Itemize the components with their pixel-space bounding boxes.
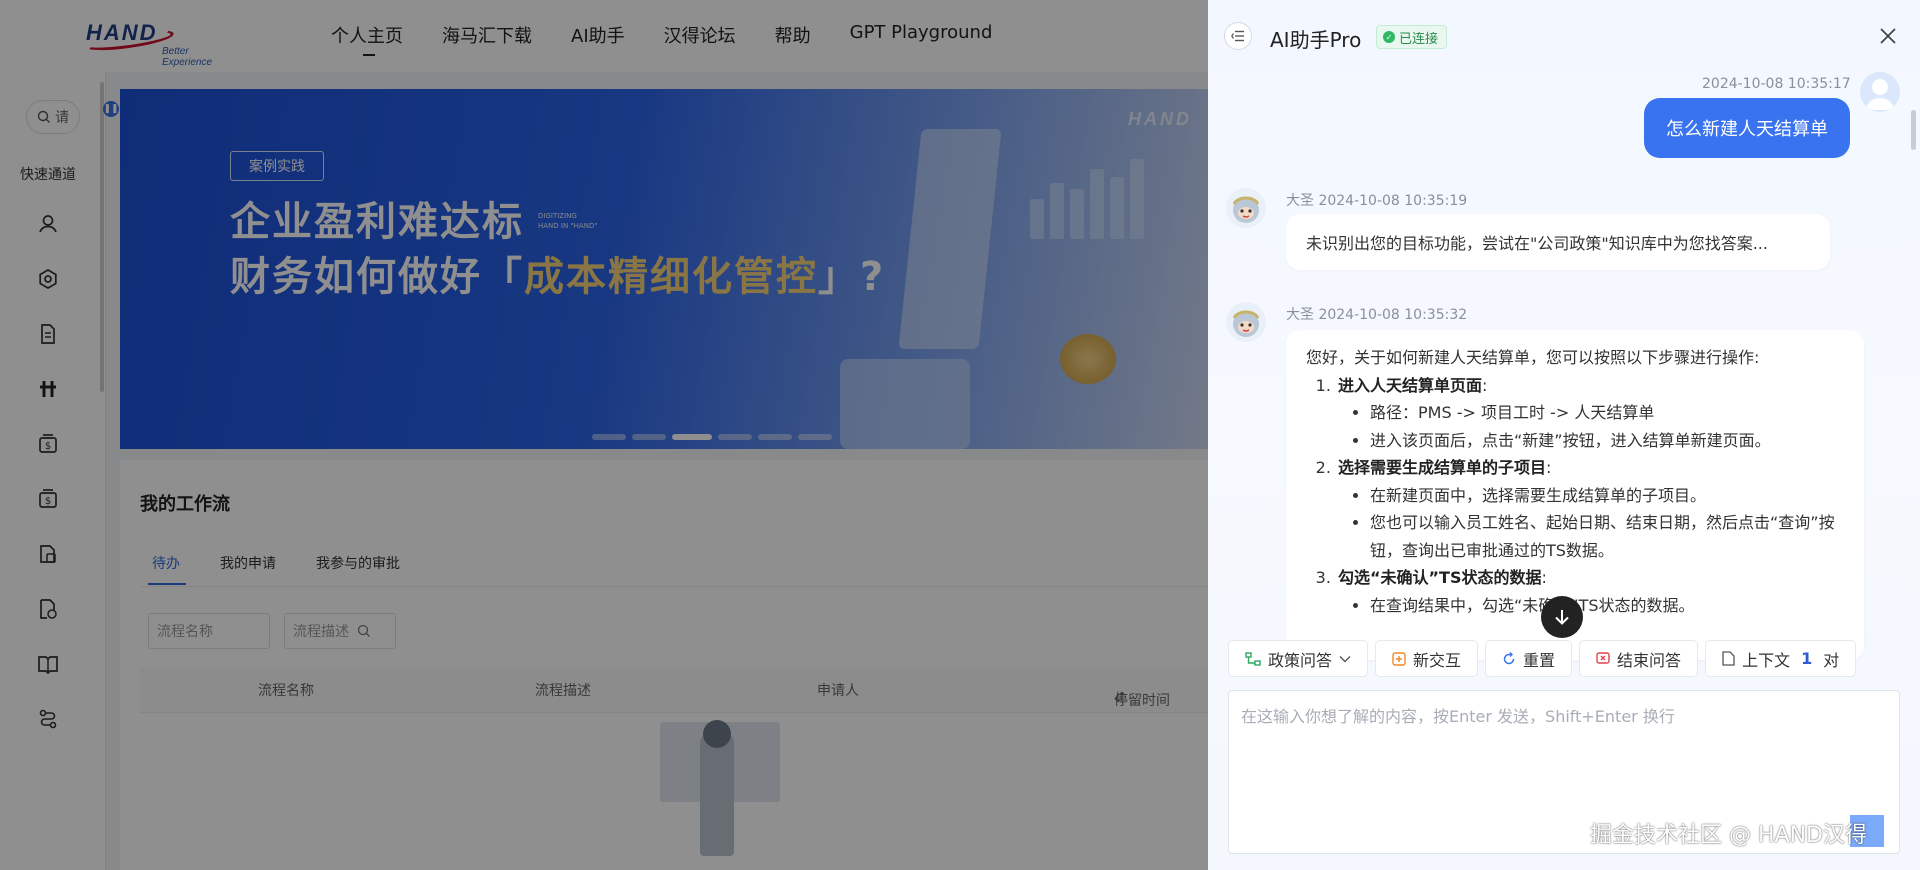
drawer-header: AI助手Pro ✓ 已连接 — [1208, 0, 1920, 72]
reset-label: 重置 — [1523, 650, 1556, 670]
drawer-title: AI助手Pro — [1270, 28, 1362, 52]
step-title: 勾选“未确认”TS状态的数据 — [1338, 568, 1542, 587]
bot-message-text: 未识别出您的目标功能，尝试在"公司政策"知识库中为您找答案... — [1306, 234, 1768, 253]
bot-message-bubble: 未识别出您的目标功能，尝试在"公司政策"知识库中为您找答案... — [1286, 214, 1830, 270]
user-message-bubble: 怎么新建人天结算单 — [1644, 98, 1850, 158]
step-item: 路径：PMS -> 项目工时 -> 人天结算单 — [1370, 399, 1844, 427]
chevron-down-icon — [1339, 655, 1351, 662]
answer-step: 选择需要生成结算单的子项目: 在新建页面中，选择需要生成结算单的子项目。 您也可… — [1336, 454, 1844, 564]
watermark: 掘金技术社区 @ HAND汉得 — [1590, 823, 1867, 848]
document-icon — [1722, 651, 1735, 666]
history-menu-button[interactable] — [1224, 22, 1252, 50]
step-items: 路径：PMS -> 项目工时 -> 人天结算单 进入该页面后，点击“新建”按钮，… — [1370, 399, 1844, 454]
scroll-to-bottom-button[interactable] — [1541, 596, 1583, 638]
end-chat-button[interactable]: 结束问答 — [1579, 640, 1699, 677]
bot-answer-intro: 您好，关于如何新建人天结算单，您可以按照以下步骤进行操作: — [1306, 348, 1760, 367]
user-message-time: 2024-10-08 10:35:17 — [1702, 76, 1851, 92]
bot-message-meta: 大圣 2024-10-08 10:35:32 — [1286, 307, 1468, 323]
arrow-down-icon — [1555, 610, 1569, 625]
monkey-king-icon — [1232, 310, 1260, 337]
close-icon[interactable] — [1876, 24, 1900, 48]
connection-status-badge: ✓ 已连接 — [1376, 25, 1448, 49]
refresh-icon — [1503, 651, 1515, 664]
step-item: 在查询结果中，勾选“未确认”TS状态的数据。 — [1370, 592, 1844, 620]
avatar — [1860, 72, 1900, 112]
answer-step: 进入人天结算单页面: 路径：PMS -> 项目工时 -> 人天结算单 进入该页面… — [1336, 372, 1844, 455]
context-label-prefix: 上下文 — [1742, 650, 1791, 670]
bot-avatar — [1226, 188, 1266, 228]
context-label-suffix: 对 — [1823, 650, 1840, 670]
step-item: 在新建页面中，选择需要生成结算单的子项目。 — [1370, 482, 1844, 510]
connection-status-text: 已连接 — [1399, 31, 1439, 47]
ai-assistant-drawer: AI助手Pro ✓ 已连接 2024-10-08 10:35:17 怎么新建人天… — [1208, 0, 1920, 870]
mode-select[interactable]: 政策问答 — [1228, 640, 1369, 677]
end-chat-icon — [1596, 651, 1610, 664]
chat-toolbar: 政策问答 新交互 重置 结束问答 上下文 1 对 — [1228, 640, 1857, 677]
step-item: 进入该页面后，点击“新建”按钮，进入结算单新建页面。 — [1370, 427, 1844, 455]
step-title: 进入人天结算单页面 — [1338, 375, 1483, 395]
context-button[interactable]: 上下文 1 对 — [1705, 640, 1857, 677]
branch-icon — [1245, 651, 1261, 666]
monkey-king-icon — [1232, 196, 1260, 223]
modal-overlay[interactable] — [0, 0, 1208, 870]
step-items: 在查询结果中，勾选“未确认”TS状态的数据。 — [1370, 592, 1844, 620]
mode-select-label: 政策问答 — [1268, 650, 1333, 670]
bot-avatar — [1226, 302, 1266, 342]
user-avatar-icon — [1865, 79, 1895, 110]
menu-icon — [1231, 30, 1244, 42]
answer-step: 勾选“未确认”TS状态的数据: 在查询结果中，勾选“未确认”TS状态的数据。 — [1336, 564, 1844, 619]
user-message-text: 怎么新建人天结算单 — [1666, 119, 1828, 140]
check-circle-icon: ✓ — [1383, 31, 1395, 43]
reset-button[interactable]: 重置 — [1485, 640, 1573, 677]
bot-message-meta: 大圣 2024-10-08 10:35:19 — [1286, 193, 1468, 209]
step-item: 您也可以输入员工姓名、起始日期、结束日期，然后点击“查询”按钮，查询出已审批通过… — [1370, 509, 1844, 564]
new-chat-button[interactable]: 新交互 — [1375, 640, 1479, 677]
new-chat-icon — [1392, 651, 1406, 666]
end-chat-label: 结束问答 — [1617, 650, 1682, 670]
step-title: 选择需要生成结算单的子项目 — [1338, 458, 1547, 477]
context-count: 1 — [1801, 649, 1813, 668]
answer-step-list: 进入人天结算单页面: 路径：PMS -> 项目工时 -> 人天结算单 进入该页面… — [1336, 372, 1844, 620]
chat-scrollbar[interactable] — [1911, 110, 1916, 150]
step-items: 在新建页面中，选择需要生成结算单的子项目。 您也可以输入员工姓名、起始日期、结束… — [1370, 482, 1844, 565]
new-chat-label: 新交互 — [1413, 650, 1462, 670]
